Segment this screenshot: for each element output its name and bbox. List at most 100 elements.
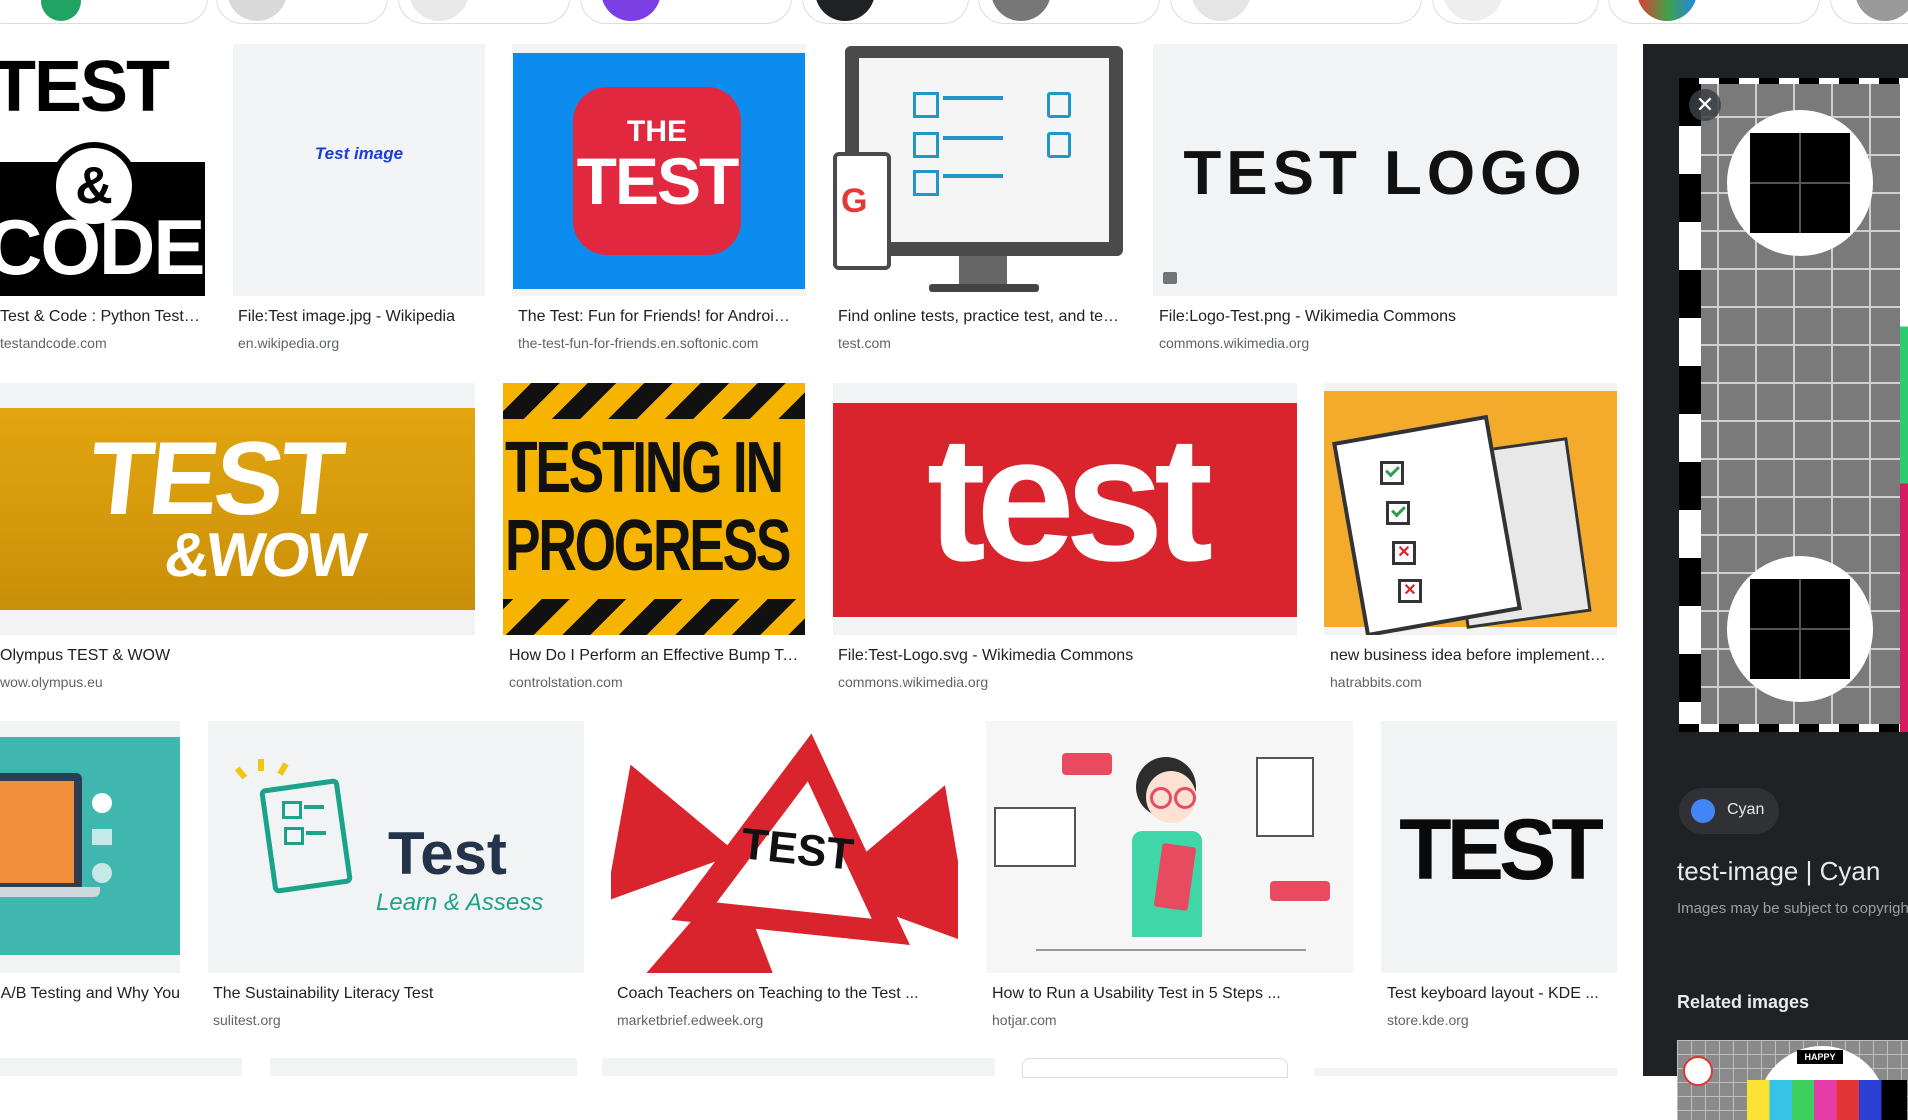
result-thumbnail[interactable]: TESTING IN PROGRESS: [503, 383, 805, 635]
chip-thumb: [1443, 0, 1503, 21]
chip-9[interactable]: [1608, 0, 1820, 24]
chip-thumb: [409, 0, 469, 21]
result-title[interactable]: The Sustainability Literacy Test: [213, 985, 579, 1003]
result-source[interactable]: hotjar.com: [992, 1012, 1352, 1028]
result-thumbnail[interactable]: ✕ ✕: [1324, 383, 1617, 635]
result-thumbnail-partial[interactable]: [270, 1058, 577, 1076]
result-thumbnail-partial[interactable]: [1314, 1068, 1617, 1076]
result-thumbnail[interactable]: Test image: [233, 44, 485, 296]
related-image-badge: HAPPY: [1797, 1050, 1843, 1064]
chip-thumb: [991, 0, 1051, 21]
result-source[interactable]: store.kde.org: [1387, 1012, 1613, 1028]
result-source[interactable]: wow.olympus.eu: [0, 674, 470, 690]
result-title[interactable]: Find online tests, practice test, and te…: [838, 308, 1122, 326]
chip-1[interactable]: [0, 0, 208, 24]
result-title[interactable]: File:Test image.jpg - Wikipedia: [238, 308, 486, 326]
thumb-graphic: TEST & CODE: [0, 44, 205, 296]
related-images-heading: Related images: [1677, 992, 1810, 1012]
chip-thumb: [1191, 0, 1251, 21]
chip-thumb: [1637, 0, 1697, 21]
preview-title[interactable]: test-image | Cyan: [1677, 856, 1880, 887]
result-source[interactable]: the-test-fun-for-friends.en.softonic.com: [518, 335, 808, 351]
chip-3[interactable]: [398, 0, 570, 24]
thumb-graphic-text: Test image: [314, 144, 404, 163]
result-thumbnail[interactable]: [0, 721, 180, 973]
result-title[interactable]: Coach Teachers on Teaching to the Test .…: [617, 985, 953, 1003]
result-thumbnail[interactable]: test: [833, 383, 1297, 635]
result-thumbnail-partial[interactable]: [0, 1058, 242, 1076]
thumb-graphic-text: TEST: [1399, 802, 1604, 898]
chip-8[interactable]: [1432, 0, 1599, 24]
result-source[interactable]: sulitest.org: [213, 1012, 579, 1028]
chip-thumb: [601, 0, 661, 21]
chip-4[interactable]: [580, 0, 792, 24]
thumb-graphic: [0, 737, 180, 955]
result-source[interactable]: test.com: [838, 335, 1122, 351]
test-pattern-color-bar: [1900, 78, 1908, 732]
chip-7[interactable]: [1170, 0, 1422, 24]
chip-thumb: [227, 0, 287, 21]
result-thumbnail[interactable]: TEST &WOW: [0, 383, 475, 635]
thumb-graphic: TEST: [611, 721, 958, 973]
result-thumbnail[interactable]: [986, 721, 1353, 973]
result-thumbnail[interactable]: TEST: [1381, 721, 1617, 973]
thumb-text-tagline: Learn & Assess: [376, 889, 544, 916]
result-thumbnail-partial[interactable]: [602, 1058, 995, 1076]
thumb-graphic: G: [833, 44, 1126, 296]
chip-10[interactable]: [1830, 0, 1908, 24]
result-thumbnail[interactable]: Test Learn & Assess: [208, 721, 584, 973]
result-source[interactable]: marketbrief.edweek.org: [617, 1012, 953, 1028]
test-pattern-circle-bottom: [1727, 556, 1873, 702]
result-source[interactable]: commons.wikimedia.org: [1159, 335, 1599, 351]
result-title[interactable]: Test & Code : Python Testing for Softwar…: [0, 308, 200, 326]
result-source[interactable]: commons.wikimedia.org: [838, 674, 1288, 690]
result-source[interactable]: en.wikipedia.org: [238, 335, 486, 351]
result-title[interactable]: Test keyboard layout - KDE ...: [1387, 985, 1613, 1003]
thumb-text-test: test: [926, 399, 1214, 598]
thumb-graphic-text: TEST LOGO: [1183, 139, 1587, 208]
copyright-notice: Images may be subject to copyright.: [1677, 900, 1908, 917]
result-thumbnail[interactable]: TEST & CODE: [0, 44, 205, 296]
result-thumbnail-partial[interactable]: [1022, 1058, 1288, 1078]
chip-5[interactable]: [802, 0, 969, 24]
result-title[interactable]: What Is A/B Testing and Why You ...: [0, 985, 180, 1003]
preview-image[interactable]: [1679, 78, 1908, 732]
result-title[interactable]: File:Test-Logo.svg - Wikimedia Commons: [838, 647, 1288, 665]
result-source[interactable]: controlstation.com: [509, 674, 799, 690]
related-image-thumbnail[interactable]: HAPPY: [1677, 1040, 1908, 1120]
result-title[interactable]: The Test: Fun for Friends! for Android -…: [518, 308, 798, 326]
thumb-graphic: TEST &WOW: [0, 408, 475, 610]
result-source[interactable]: hatrabbits.com: [1330, 674, 1608, 690]
result-title[interactable]: How to Run a Usability Test in 5 Steps .…: [992, 985, 1352, 1003]
chip-thumb: [1855, 0, 1908, 21]
thumb-graphic: test: [833, 399, 1297, 617]
test-pattern-border-top: [1679, 78, 1908, 84]
result-thumbnail[interactable]: G: [833, 44, 1126, 296]
result-title[interactable]: File:Logo-Test.png - Wikimedia Commons: [1159, 308, 1599, 326]
result-thumbnail[interactable]: TEST LOGO: [1153, 44, 1617, 296]
thumb-graphic: Test Learn & Assess: [208, 721, 584, 973]
test-pattern-border-left: [1679, 78, 1701, 732]
thumb-text-line2: PROGRESS: [505, 506, 791, 586]
source-chip[interactable]: Cyan: [1679, 788, 1779, 834]
thumb-graphic: [986, 721, 1353, 973]
chip-6[interactable]: [978, 0, 1160, 24]
source-chip-label: Cyan: [1727, 801, 1765, 818]
result-thumbnail[interactable]: THE TEST: [512, 44, 806, 296]
preview-panel: ✕ Cyan test-image | Cyan Images may be s…: [1643, 44, 1908, 1120]
test-pattern-circle-top: [1727, 110, 1873, 256]
result-title[interactable]: How Do I Perform an Effective Bump Test: [509, 647, 799, 665]
thumb-graphic: THE TEST: [513, 53, 805, 289]
result-title[interactable]: new business idea before implementing it: [1330, 647, 1608, 665]
result-title[interactable]: Olympus TEST & WOW: [0, 647, 470, 665]
thumb-text-test: TEST: [576, 144, 740, 218]
result-source[interactable]: testandcode.com: [0, 335, 200, 351]
image-icon: [1163, 272, 1177, 284]
result-thumbnail[interactable]: TEST: [611, 721, 958, 973]
close-icon[interactable]: ✕: [1689, 89, 1721, 121]
thumb-text-wow: &WOW: [161, 521, 367, 590]
thumb-text-test: Test: [388, 820, 507, 887]
thumb-text-line1: TESTING IN: [505, 428, 784, 508]
chip-2[interactable]: [216, 0, 388, 24]
globe-icon: [1691, 799, 1715, 823]
